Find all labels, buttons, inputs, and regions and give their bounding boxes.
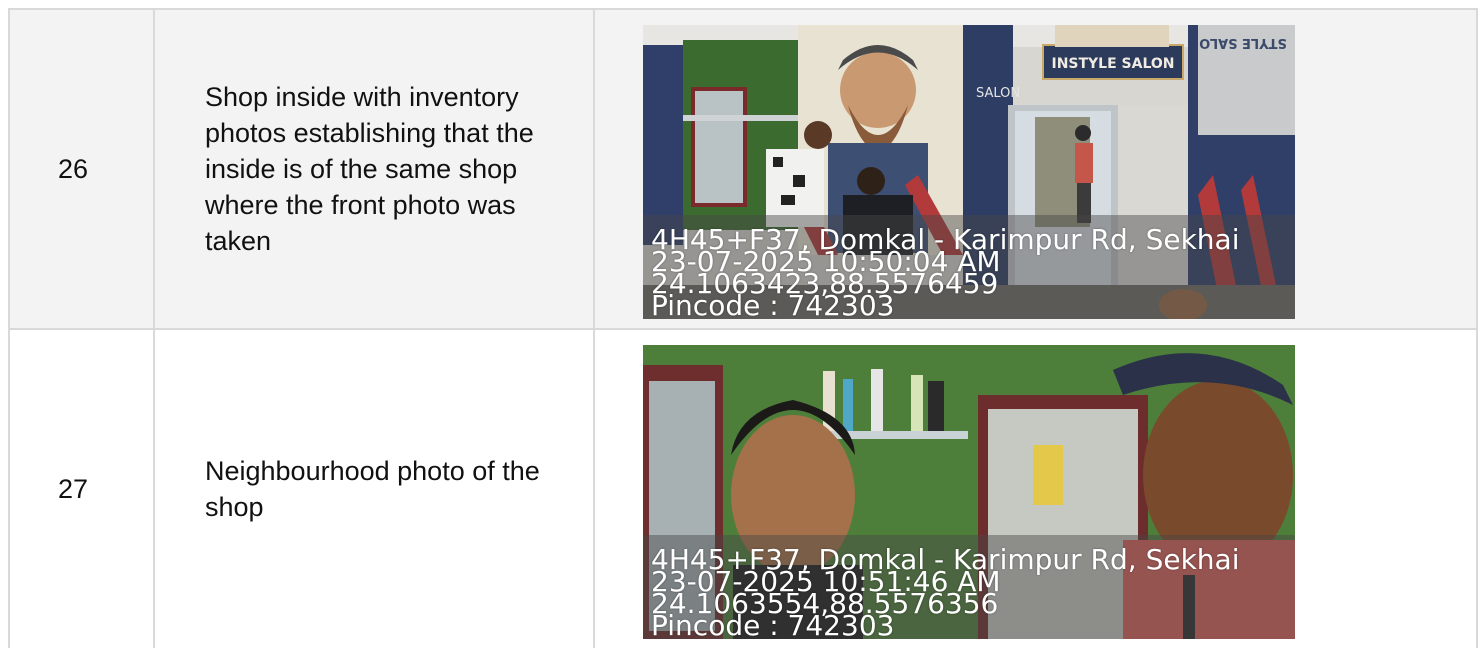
- photo-table: 26 Shop inside with inventory photos est…: [8, 8, 1478, 648]
- geotag-stamp: 4H45+F37, Domkal - Karimpur Rd, Sekhai 2…: [651, 226, 1295, 320]
- row-number: 27: [10, 330, 155, 648]
- table-row: 26 Shop inside with inventory photos est…: [10, 10, 1476, 330]
- row-number: 26: [10, 10, 155, 328]
- svg-text:INSTYLE SALON: INSTYLE SALON: [1051, 56, 1174, 72]
- table-row: 27 Neighbourhood photo of the shop 4H45+…: [10, 330, 1476, 648]
- row-description: Shop inside with inventory photos establ…: [155, 10, 595, 328]
- svg-text:STYLE SALO: STYLE SALO: [1199, 35, 1287, 50]
- photo-cell: 4H45+F37, Domkal - Karimpur Rd, Sekhai 2…: [595, 330, 1476, 648]
- photo-cell: SALON INSTYLE SALON STYLE SALO 4H45+F37,…: [595, 10, 1476, 328]
- geotag-stamp: 4H45+F37, Domkal - Karimpur Rd, Sekhai 2…: [651, 546, 1295, 640]
- salon-interior-photo[interactable]: SALON INSTYLE SALON STYLE SALO 4H45+F37,…: [643, 25, 1295, 319]
- row-description: Neighbourhood photo of the shop: [155, 330, 595, 648]
- svg-text:SALON: SALON: [976, 86, 1020, 101]
- selfie-photo[interactable]: 4H45+F37, Domkal - Karimpur Rd, Sekhai 2…: [643, 345, 1295, 639]
